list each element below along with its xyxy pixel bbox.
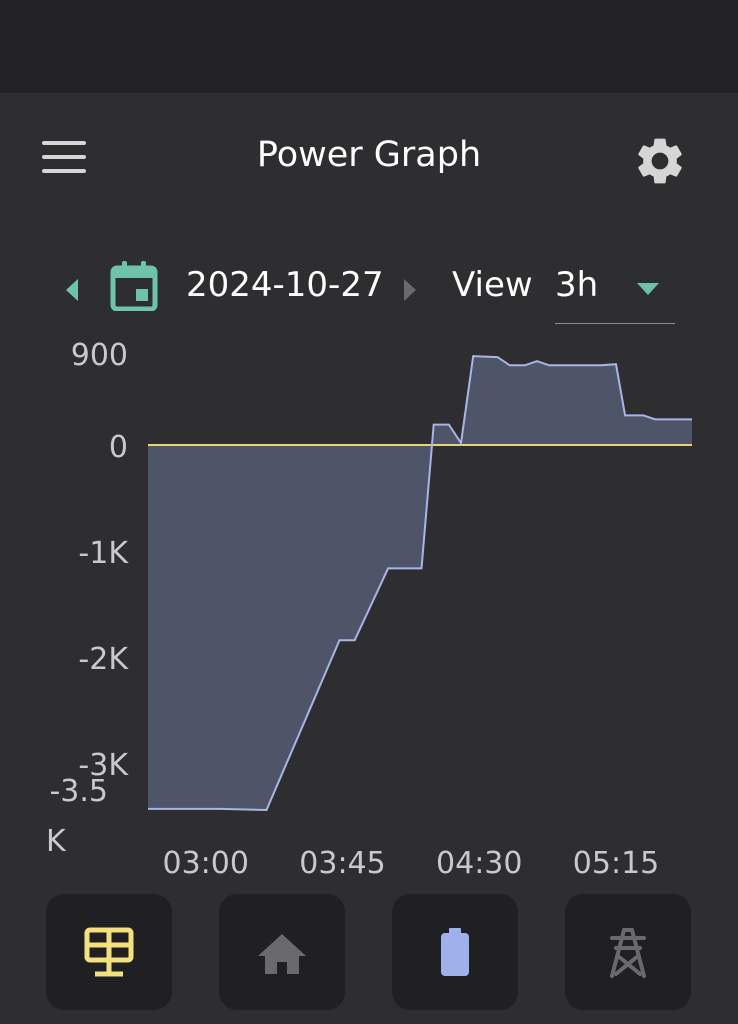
- x-tick-label: 04:30: [436, 846, 522, 881]
- chevron-down-icon: [637, 283, 659, 295]
- app-bar: Power Graph: [0, 93, 738, 223]
- battery-icon: [441, 928, 469, 976]
- view-range-value: 3h: [555, 265, 599, 305]
- status-bar: [0, 0, 738, 93]
- x-tick-label: 03:45: [299, 846, 385, 881]
- date-navigation: 2024-10-27 View 3h: [0, 255, 738, 325]
- y-tick-label: 900: [71, 338, 128, 373]
- view-label: View: [452, 265, 533, 305]
- y-tick-label: K: [46, 824, 67, 859]
- home-icon: [258, 934, 306, 974]
- selected-date[interactable]: 2024-10-27: [186, 265, 384, 305]
- y-tick-label: -3.5: [49, 774, 108, 809]
- next-day-arrow-icon[interactable]: [398, 277, 420, 303]
- solar-panel-icon: [84, 927, 134, 977]
- x-tick-label: 03:00: [163, 846, 249, 881]
- tab-grid[interactable]: [565, 894, 691, 1010]
- gear-icon[interactable]: [632, 133, 688, 189]
- tab-home[interactable]: [219, 894, 345, 1010]
- tab-solar[interactable]: [46, 894, 172, 1010]
- calendar-icon[interactable]: [110, 261, 158, 312]
- tab-battery[interactable]: [392, 894, 518, 1010]
- power-chart: 900 0 -1K -2K -3K -3.5 K 03:00 03:45 04:30 05:15: [0, 325, 738, 885]
- y-tick-label: 0: [109, 430, 128, 465]
- power-tower-icon: [610, 928, 646, 978]
- page-title: Power Graph: [256, 135, 482, 175]
- area-fill: [148, 356, 692, 810]
- previous-day-arrow-icon[interactable]: [62, 277, 84, 303]
- y-tick-label: -1K: [78, 536, 129, 571]
- view-range-select[interactable]: 3h: [555, 259, 675, 324]
- bottom-nav: [0, 894, 738, 1010]
- y-tick-label: -2K: [78, 642, 129, 677]
- power-chart-svg: 9000-1K-2K-3K-3.5K03:00 03:45 04:30 05:15: [46, 338, 692, 881]
- x-tick-label: 05:15: [573, 846, 659, 881]
